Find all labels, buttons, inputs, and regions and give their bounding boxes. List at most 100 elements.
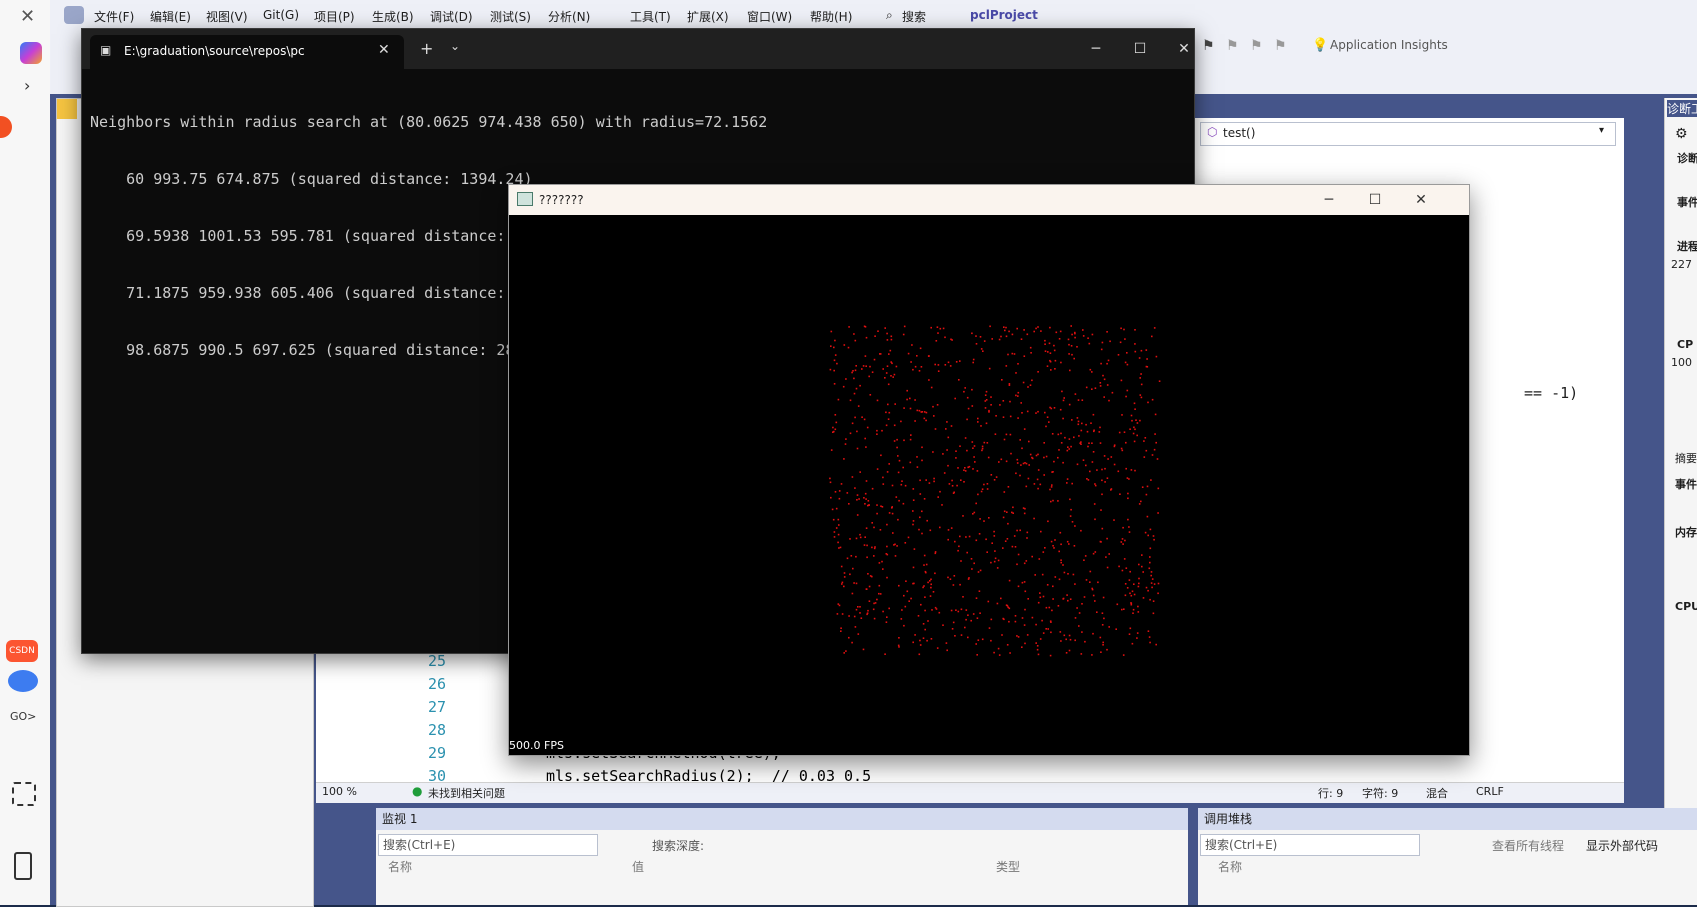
zoom-level[interactable]: 100 %	[322, 785, 357, 798]
diag-item[interactable]: 摘要	[1675, 450, 1697, 466]
issues-label[interactable]: 未找到相关问题	[428, 785, 505, 801]
cloud-point	[955, 457, 957, 459]
cloud-point	[830, 330, 833, 333]
watch-title[interactable]: 监视 1	[376, 808, 1188, 830]
bookmark-prev-icon[interactable]: ⚑	[1226, 38, 1239, 54]
bookmark-next-icon[interactable]: ⚑	[1250, 38, 1263, 54]
menu-git[interactable]: Git(G)	[263, 8, 299, 22]
cloud-point	[846, 557, 849, 560]
go-label[interactable]: GO>	[10, 710, 36, 723]
cloud-point	[919, 493, 922, 495]
callstack-title[interactable]: 调用堆栈	[1198, 808, 1697, 830]
search-icon[interactable]: ⌕	[886, 8, 893, 23]
cloud-point	[845, 438, 847, 440]
cloud-point	[970, 558, 973, 560]
diag-item[interactable]: 进程	[1677, 238, 1697, 254]
function-selector[interactable]: ⬡ test() ▾	[1200, 122, 1616, 146]
menu-tools[interactable]: 工具(T)	[630, 8, 671, 25]
solution-explorer-tab[interactable]	[57, 99, 77, 119]
watch-col-type[interactable]: 类型	[996, 858, 1020, 875]
search-menu[interactable]: 搜索	[902, 8, 926, 25]
view-threads-button[interactable]: 查看所有线程	[1492, 837, 1564, 854]
lightbulb-icon[interactable]: 💡	[1312, 38, 1328, 53]
menu-project[interactable]: 项目(P)	[314, 8, 355, 25]
menu-extensions[interactable]: 扩展(X)	[687, 8, 729, 25]
minimize-icon[interactable]: ─	[1309, 185, 1349, 215]
status-mixed[interactable]: 混合	[1426, 785, 1448, 801]
cloud-point	[834, 414, 837, 416]
menu-edit[interactable]: 编辑(E)	[150, 8, 191, 25]
menu-debug[interactable]: 调试(D)	[430, 8, 473, 25]
cloud-point	[1065, 638, 1067, 641]
record-icon[interactable]	[0, 116, 12, 138]
point-cloud-canvas[interactable]	[509, 215, 1469, 755]
copilot-icon[interactable]	[20, 42, 42, 64]
cloud-point	[1146, 358, 1148, 360]
show-external-button[interactable]: 显示外部代码	[1586, 837, 1658, 854]
cloud-point	[1136, 434, 1138, 437]
diag-item[interactable]: CP	[1677, 338, 1693, 351]
cloud-point	[865, 446, 867, 448]
cloud-point	[1046, 365, 1049, 367]
close-icon[interactable]: ✕	[1162, 29, 1206, 69]
diag-item[interactable]: 事件	[1677, 194, 1697, 210]
app-insights-label[interactable]: Application Insights	[1330, 38, 1448, 52]
menu-analyze[interactable]: 分析(N)	[548, 8, 590, 25]
phone-icon[interactable]	[14, 852, 32, 880]
cloud-point	[1073, 545, 1076, 547]
maximize-icon[interactable]: ☐	[1355, 185, 1395, 215]
cloud-point	[869, 365, 871, 368]
maximize-icon[interactable]: ☐	[1118, 29, 1162, 69]
diag-item[interactable]: 内存	[1675, 524, 1697, 540]
menu-window[interactable]: 窗口(W)	[747, 8, 792, 25]
diag-item[interactable]: 事件	[1675, 476, 1697, 492]
callstack-col-name[interactable]: 名称	[1218, 858, 1242, 875]
cloud-point	[921, 510, 923, 513]
cloud-point	[900, 618, 903, 620]
status-eol[interactable]: CRLF	[1476, 785, 1504, 798]
cloud-point	[1145, 493, 1148, 496]
terminal-tab[interactable]: ▣ E:\graduation\source\repos\pc ✕	[90, 35, 404, 69]
cloud-point	[1099, 442, 1102, 444]
menu-file[interactable]: 文件(F)	[94, 8, 134, 25]
close-tab-icon[interactable]: ✕	[378, 42, 390, 58]
cloud-point	[1031, 555, 1033, 558]
watch-col-name[interactable]: 名称	[388, 858, 412, 875]
cloud-point	[933, 480, 935, 483]
cloud-point	[1088, 442, 1090, 444]
cloud-point	[972, 513, 974, 515]
cloud-point	[855, 365, 857, 367]
cloud-point	[1074, 525, 1076, 527]
menu-build[interactable]: 生成(B)	[372, 8, 414, 25]
cloud-point	[895, 365, 898, 368]
minimize-icon[interactable]: ─	[1074, 29, 1118, 69]
fullscreen-icon[interactable]	[12, 782, 36, 806]
cloud-point	[936, 326, 939, 328]
new-tab-icon[interactable]: +	[420, 39, 433, 58]
cloud-point	[1108, 399, 1110, 402]
csdn-icon[interactable]: CSDN	[6, 640, 38, 662]
menu-help[interactable]: 帮助(H)	[810, 8, 852, 25]
cloud-point	[863, 544, 866, 546]
cloud-point	[1092, 594, 1095, 597]
watch-col-value[interactable]: 值	[632, 858, 644, 875]
cloud-point	[986, 488, 989, 490]
chevron-right-icon[interactable]: ›	[24, 76, 30, 95]
cloud-point	[1031, 456, 1033, 459]
menu-view[interactable]: 视图(V)	[206, 8, 248, 25]
chevron-down-icon[interactable]: ⌄	[450, 39, 460, 53]
menu-test[interactable]: 测试(S)	[490, 8, 531, 25]
cloud-point	[1101, 341, 1104, 344]
cloud-point	[843, 572, 846, 574]
cloud-point	[885, 411, 887, 414]
close-icon[interactable]: ✕	[20, 6, 35, 27]
cloud-point	[876, 399, 879, 402]
bird-icon[interactable]	[8, 670, 38, 692]
watch-search-input[interactable]: 搜索(Ctrl+E)	[378, 834, 598, 856]
callstack-search-input[interactable]: 搜索(Ctrl+E)	[1200, 834, 1420, 856]
bookmark-clear-icon[interactable]: ⚑	[1274, 38, 1287, 54]
gear-icon[interactable]: ⚙	[1675, 126, 1688, 142]
diag-item[interactable]: CPU	[1675, 600, 1697, 613]
cloud-point	[1049, 352, 1052, 354]
close-icon[interactable]: ✕	[1401, 185, 1441, 215]
